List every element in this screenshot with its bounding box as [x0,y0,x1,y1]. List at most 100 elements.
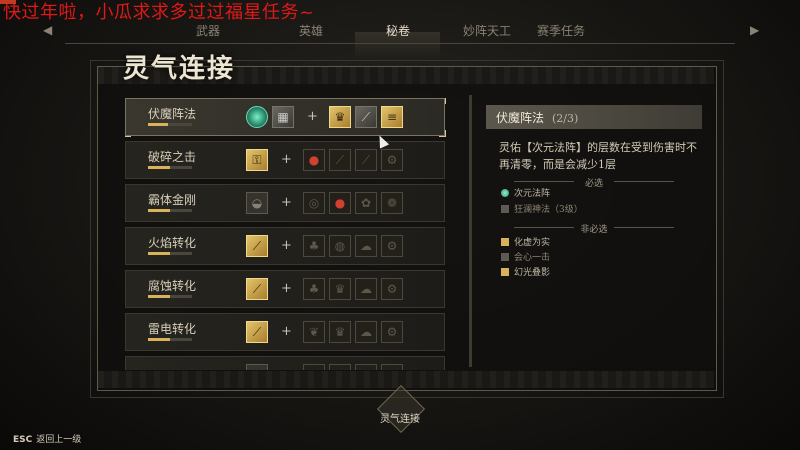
pouch-icon[interactable]: ♣ [303,278,325,300]
requirement-item: 次元法阵 [501,186,550,199]
optional-label: 幻光叠影 [514,268,551,278]
optional-title-text: 非必选 [580,225,608,235]
item-icon[interactable] [329,364,351,370]
tab-weapon[interactable]: 武器 [168,22,248,39]
selection-corner [439,130,446,137]
scroll-icon [501,267,509,276]
ring-icon[interactable]: ◎ [303,192,325,214]
fist-icon[interactable]: ● [303,149,325,171]
list-item[interactable]: 火焰转化 ⟋ + ♣ ◍ ☁ ⚙ [125,227,445,265]
link-list: 伏魔阵法 ▦ + ♛ ⟋ ≡ 破碎之击 ⚿ + ● ⟋ ⟋ ⚙ 霸体金刚 ◒ +… [125,98,449,370]
emblem-diamond-icon [376,384,426,434]
leaf-icon[interactable]: ❦ [303,321,325,343]
trophy-icon[interactable]: ♛ [329,106,351,128]
optional-item: 会心一击 [501,250,550,263]
progress-fill [148,252,170,255]
progress-bar [148,123,192,126]
crown-icon[interactable]: ♛ [329,321,351,343]
gear-icon[interactable]: ⚙ [381,278,403,300]
nav-right-arrow-icon[interactable]: ▶ [750,23,759,37]
cloud-icon[interactable]: ☁ [355,278,377,300]
esc-key: ESC [13,435,33,445]
requirement-label: 狂澜神法（3级） [514,205,583,215]
progress-bar [148,252,192,255]
bottom-emblem[interactable]: 灵气连接 [370,384,430,443]
emblem-label: 灵气连接 [380,414,420,425]
list-item-name: 破碎之击 [148,150,197,164]
progress-fill [148,295,170,298]
vial-icon[interactable]: ⟋ [246,235,268,257]
optional-label: 会心一击 [514,253,551,263]
orb-icon[interactable]: ● [329,192,351,214]
tab-season-quest[interactable]: 赛季任务 [521,22,601,39]
jade-orb-icon[interactable] [246,106,268,128]
claw-icon[interactable]: ⟋ [329,149,351,171]
blade-icon [501,252,509,261]
key-icon[interactable]: ⚿ [246,149,268,171]
list-item[interactable]: 腐蚀转化 ⟋ + ♣ ♛ ☁ ⚙ [125,270,445,308]
plus-icon: + [281,195,292,210]
detail-description: 灵佑【次元法阵】的层数在受到伤害时不再清零，而是会减少1层 [499,141,697,171]
nav-left-arrow-icon[interactable]: ◀ [43,23,52,37]
cloud-icon[interactable]: ☁ [355,321,377,343]
gear-icon[interactable]: ⚙ [381,149,403,171]
progress-fill [148,209,170,212]
detail-title-wrap: 伏魔阵法 (2/3) [496,109,578,126]
overlay-caption: 快过年啦，小瓜求求多过过福星任务~ [3,2,315,23]
list-item[interactable]: ● [125,356,445,370]
tab-hero[interactable]: 英雄 [271,22,351,39]
scroll-icon[interactable]: ≡ [381,106,403,128]
gear-icon[interactable]: ⚙ [381,321,403,343]
progress-bar [148,209,192,212]
tab-secret-scroll[interactable]: 秘卷 [358,22,438,48]
item-icon[interactable] [246,364,268,370]
shell-icon[interactable]: ❁ [381,192,403,214]
panel-title: 灵气连接 [123,54,236,84]
gear-icon[interactable]: ⚙ [381,235,403,257]
required-title-text: 必选 [584,179,603,189]
section-divider [514,227,574,228]
plus-icon: + [281,238,292,253]
staff-icon[interactable]: ⟋ [355,149,377,171]
blade-icon[interactable]: ⟋ [355,106,377,128]
list-item[interactable]: 伏魔阵法 ▦ + ♛ ⟋ ≡ [125,98,446,137]
progress-bar [148,295,192,298]
item-icon[interactable] [381,364,403,370]
list-item[interactable]: 雷电转化 ⟋ + ❦ ♛ ☁ ⚙ [125,313,445,351]
detail-header: 伏魔阵法 (2/3) [486,105,702,129]
stone-icon [501,204,509,213]
section-divider [614,181,674,182]
tab-formation[interactable]: 妙阵天工 [447,22,527,39]
crown-icon[interactable]: ♛ [329,278,351,300]
helmet-icon[interactable]: ◒ [246,192,268,214]
esc-label: 返回上一级 [36,435,82,445]
plus-icon: + [281,281,292,296]
corner-badge [0,0,16,4]
plus-icon: + [281,324,292,339]
cloud-icon[interactable]: ☁ [355,235,377,257]
progress-bar [148,338,192,341]
optional-label: 化虚为实 [514,238,551,248]
selection-corner [125,98,131,104]
plus-icon: + [307,109,318,124]
decor-band-bottom [98,371,714,388]
progress-fill [148,123,168,126]
list-item[interactable]: 霸体金刚 ◒ + ◎ ● ✿ ❁ [125,184,445,222]
pouch-icon[interactable]: ♣ [303,235,325,257]
stone-icon[interactable]: ▦ [272,106,294,128]
scrollbar[interactable] [469,95,472,367]
selection-corner [439,98,446,104]
progress-fill [148,166,170,169]
detail-title: 伏魔阵法 [496,111,545,125]
list-item[interactable]: 破碎之击 ⚿ + ● ⟋ ⟋ ⚙ [125,141,445,179]
item-icon[interactable]: ● [355,364,377,370]
item-icon[interactable] [303,364,325,370]
list-item-name: 火焰转化 [148,236,197,250]
esc-back-hint[interactable]: ESC 返回上一级 [13,432,81,445]
list-item-name: 霸体金刚 [148,193,197,207]
vial-icon[interactable]: ⟋ [246,278,268,300]
selection-corner [125,130,131,137]
vial-icon[interactable]: ⟋ [246,321,268,343]
flower-icon[interactable]: ✿ [355,192,377,214]
bell-icon[interactable]: ◍ [329,235,351,257]
